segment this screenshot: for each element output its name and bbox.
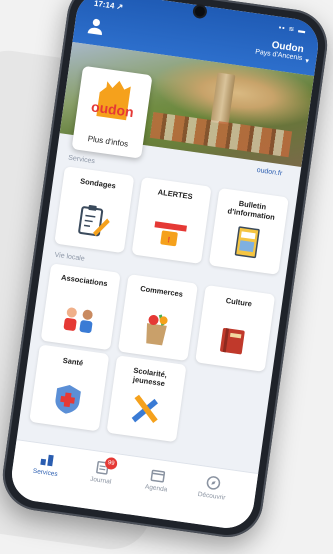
town-logo-card[interactable]: oudon Plus d'infos <box>71 65 153 159</box>
tile-label: Bulletin d'information <box>227 198 276 222</box>
tile-associations[interactable]: Associations <box>40 263 121 351</box>
tile-scolarite[interactable]: Scolarité, jeunesse <box>106 355 187 443</box>
tile-label: Commerces <box>139 283 184 299</box>
tab-decouvrir[interactable]: Découvrir <box>186 473 239 504</box>
tile-label: Associations <box>60 272 109 289</box>
tab-label: Journal <box>89 475 112 486</box>
website-link[interactable]: oudon.fr <box>256 167 282 178</box>
services-tab-icon <box>40 454 54 467</box>
notification-badge: 99 <box>104 456 118 471</box>
section-label-services: Services <box>67 154 96 166</box>
tile-label: Culture <box>225 295 253 309</box>
section-label-vie-locale: Vie locale <box>54 251 86 263</box>
tile-alertes[interactable]: ALERTES ! <box>131 177 212 265</box>
tile-label: Sondages <box>79 176 117 191</box>
tab-label: Services <box>32 467 59 479</box>
status-icons: ▪▪ ≋ ▬ <box>278 24 307 36</box>
tab-label: Agenda <box>144 483 168 494</box>
medical-shield-icon <box>55 384 81 414</box>
pencil-ruler-icon <box>131 394 158 423</box>
tile-sondages[interactable]: Sondages <box>54 166 135 254</box>
status-time: 17:14 ↗ <box>93 0 124 12</box>
book-icon <box>220 328 245 355</box>
castle-tower <box>210 72 236 125</box>
calendar-icon <box>150 469 166 483</box>
tile-commerces[interactable]: Commerces <box>117 274 199 362</box>
tile-culture[interactable]: Culture <box>195 284 276 372</box>
tile-label: Scolarité, jeunesse <box>132 365 168 389</box>
tab-services[interactable]: Services <box>20 449 73 480</box>
tile-bulletin[interactable]: Bulletin d'information <box>208 187 289 275</box>
chevron-down-icon: ▼ <box>303 58 311 66</box>
alert-banner-icon: ! <box>154 221 187 247</box>
tile-label: ALERTES <box>157 187 194 202</box>
oudon-logo-icon: oudon <box>90 80 135 121</box>
clipboard-pencil-icon <box>78 205 110 237</box>
magazine-icon <box>234 226 260 259</box>
profile-icon[interactable] <box>86 16 106 36</box>
grocery-bag-icon <box>146 314 168 346</box>
people-icon <box>63 307 93 334</box>
tile-label: Santé <box>62 355 84 368</box>
compass-icon <box>206 476 221 490</box>
tab-journal[interactable]: 99 Journal <box>75 456 128 488</box>
tab-agenda[interactable]: Agenda <box>131 465 184 496</box>
tile-sante[interactable]: Santé <box>29 344 110 432</box>
tab-label: Découvrir <box>197 490 226 502</box>
town-selector[interactable]: Oudon Pays d'Ancenis ▼ <box>255 38 311 65</box>
more-info-link[interactable]: Plus d'infos <box>73 132 144 151</box>
